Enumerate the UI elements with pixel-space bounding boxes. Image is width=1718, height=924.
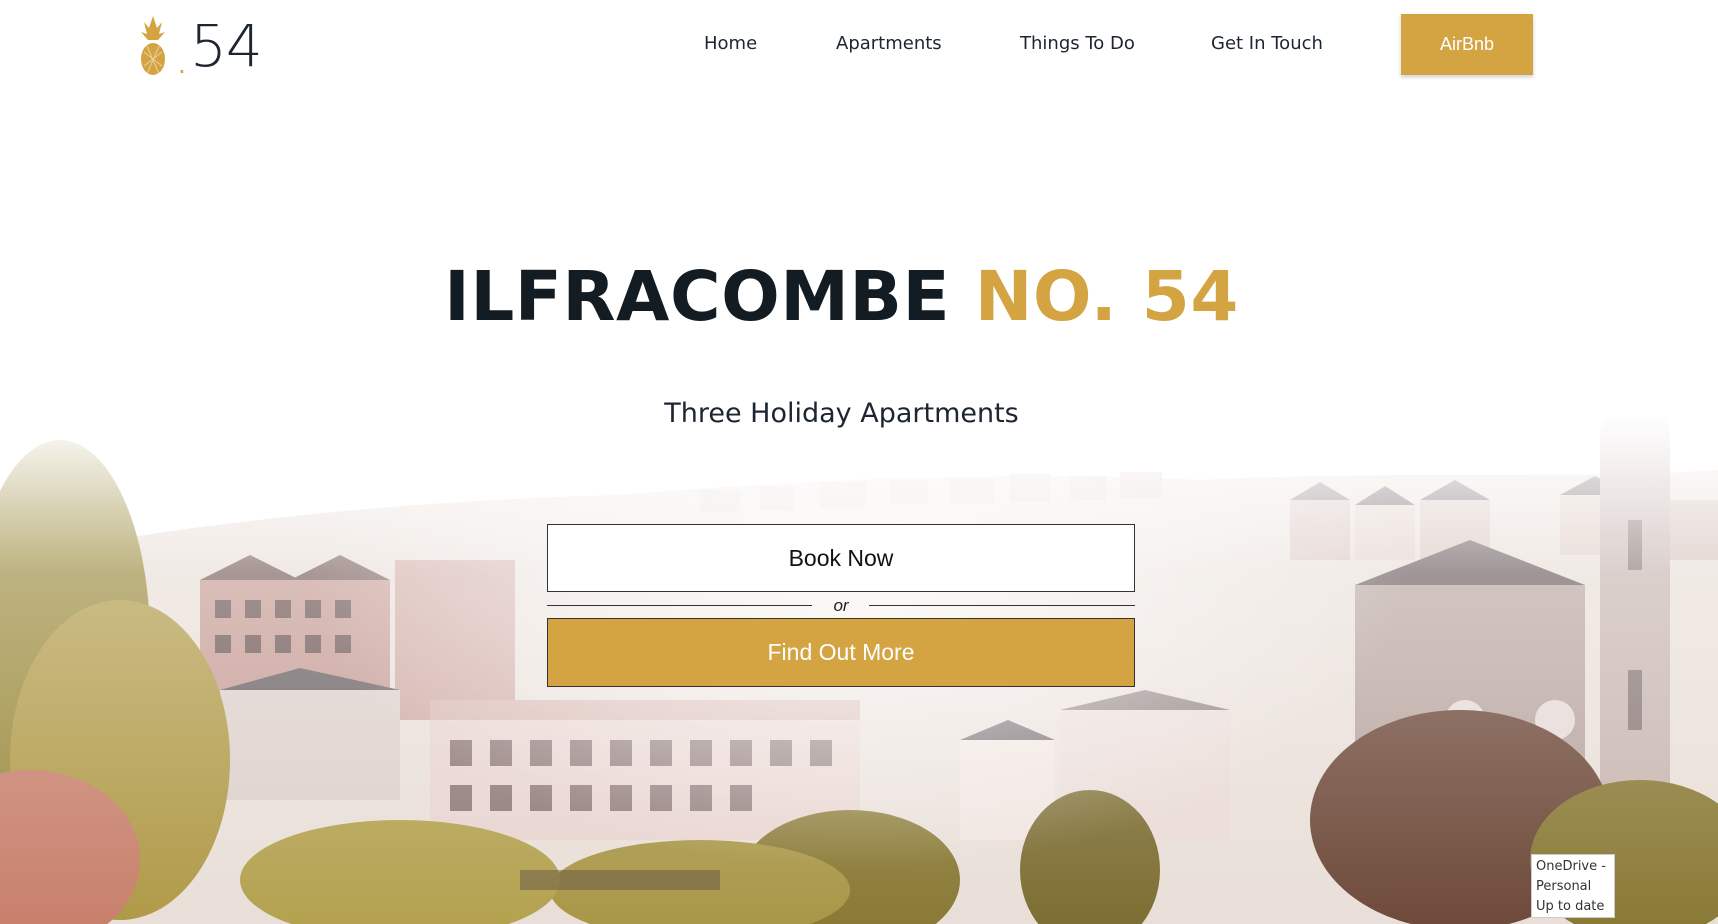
- or-label: or: [833, 596, 849, 615]
- hero-town-background-image: [0, 0, 1718, 924]
- site-header: . 54 Home Apartments Things To Do Get In…: [0, 0, 1718, 90]
- find-out-more-button[interactable]: Find Out More: [547, 618, 1135, 687]
- toast-line-3: Up to date: [1536, 899, 1605, 914]
- hero-subtitle: Three Holiday Apartments: [664, 398, 1019, 429]
- nav-link-apartments[interactable]: Apartments: [836, 30, 942, 58]
- nav-link-things-to-do[interactable]: Things To Do: [1020, 30, 1135, 58]
- airbnb-button[interactable]: AirBnb: [1401, 14, 1533, 75]
- hero-title-main: ILFRACOMBE: [444, 257, 951, 337]
- toast-line-2: Personal: [1536, 879, 1592, 894]
- onedrive-status-toast[interactable]: OneDrive - Personal Up to date: [1531, 854, 1615, 918]
- or-divider: or: [547, 594, 1135, 618]
- hero-title-accent: NO. 54: [974, 257, 1239, 337]
- nav-link-get-in-touch[interactable]: Get In Touch: [1211, 30, 1323, 58]
- book-now-button[interactable]: Book Now: [547, 524, 1135, 592]
- toast-line-1: OneDrive -: [1536, 859, 1606, 874]
- hero-title: ILFRACOMBE NO. 54: [0, 254, 1683, 340]
- nav-link-home[interactable]: Home: [704, 30, 757, 58]
